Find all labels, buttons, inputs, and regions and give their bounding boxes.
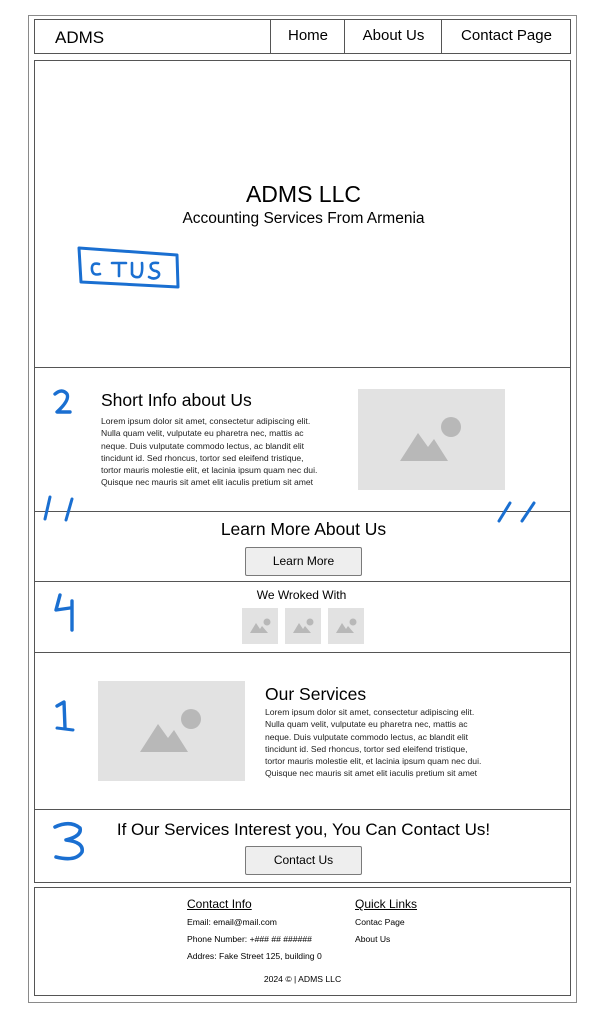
site-header: ADMS Home About Us Contact Page	[34, 19, 571, 54]
section-number-2-annotation	[53, 389, 72, 414]
footer-link-about-us[interactable]: About Us	[355, 934, 390, 944]
cta-hint-box-annotation	[77, 246, 180, 289]
services-text-line: Quisque nec mauris sit amet elit iaculis…	[265, 768, 478, 779]
about-text-line: neque. Duis vulputate commodo lectus, ac…	[101, 440, 305, 451]
footer-links-title: Quick Links	[355, 897, 418, 911]
learn-more-section: Learn More About Us Learn More	[34, 511, 571, 582]
image-icon	[140, 709, 201, 752]
about-text-line: Lorem ipsum dolor sit amet, consectetur …	[101, 416, 311, 426]
about-text: Lorem ipsum dolor sit amet, consectetur …	[101, 415, 351, 489]
section-number-3-annotation	[53, 821, 84, 861]
contact-cta-title: If Our Services Interest you, You Can Co…	[116, 820, 491, 839]
services-text-line: Nulla quam velit, vulputate eu pharetra …	[265, 719, 468, 730]
image-icon	[400, 417, 461, 461]
about-title: Short Info about Us	[101, 390, 252, 410]
partner-logo-placeholder	[285, 608, 321, 644]
services-text-line: neque. Duis vulputate commodo lectus, ac…	[265, 731, 469, 742]
services-text-line: tincidunt id. Sed rhoncus, tortor sed el…	[265, 743, 468, 754]
hero-subtitle: Accounting Services From Armenia	[182, 210, 425, 227]
learn-more-button[interactable]: Learn More	[245, 547, 362, 576]
divider-right-annotation	[497, 501, 536, 523]
about-text-line: Quisque nec mauris sit amet elit iaculis…	[101, 477, 314, 488]
about-text-line: tincidunt id. Sed rhoncus, tortor sed el…	[101, 452, 304, 463]
section-number-1-annotation	[55, 700, 75, 732]
contact-us-button[interactable]: Contact Us	[245, 846, 362, 875]
hero-title: ADMS LLC	[245, 181, 362, 207]
footer-email: Email: email@mail.com	[187, 917, 277, 927]
services-title: Our Services	[265, 684, 367, 704]
footer-address: Addres: Fake Street 125, building 0	[187, 951, 322, 961]
services-text: Lorem ipsum dolor sit amet, consectetur …	[265, 706, 515, 780]
learn-more-title: Learn More About Us	[220, 519, 387, 539]
about-text-line: Nulla quam velit, vulputate eu pharetra …	[101, 428, 304, 439]
services-section: Our Services Lorem ipsum dolor sit amet,…	[34, 652, 571, 810]
image-icon	[336, 618, 357, 633]
footer-link-contact-page[interactable]: Contac Page	[355, 917, 405, 927]
services-image-placeholder	[98, 681, 245, 781]
footer-phone: Phone Number: +### ## ######	[187, 934, 312, 944]
site-footer: Contact Info Email: email@mail.com Phone…	[34, 887, 571, 996]
footer-contact-title: Contact Info	[187, 897, 252, 911]
about-image-placeholder	[358, 389, 505, 490]
partner-logo-placeholder	[328, 608, 364, 644]
services-text-line: tortor mauris molestie elit, et lacinia …	[265, 756, 482, 767]
partner-logo-placeholder	[242, 608, 278, 644]
about-section: Short Info about Us Lorem ipsum dolor si…	[34, 367, 571, 512]
contact-cta-section: If Our Services Interest you, You Can Co…	[34, 809, 571, 883]
divider-left-annotation	[43, 495, 74, 522]
section-number-4-annotation	[54, 593, 74, 632]
nav-home[interactable]: Home	[270, 19, 345, 54]
services-text-line: Lorem ipsum dolor sit amet, consectetur …	[265, 707, 475, 717]
partners-title: We Wroked With	[256, 588, 347, 602]
hero-section: ADMS LLC Accounting Services From Armeni…	[34, 60, 571, 368]
image-icon	[293, 618, 314, 633]
nav-about-us[interactable]: About Us	[344, 19, 442, 54]
footer-copyright: 2024 © | ADMS LLC	[263, 974, 342, 984]
site-logo[interactable]: ADMS	[55, 28, 104, 48]
nav-contact-page[interactable]: Contact Page	[441, 19, 571, 54]
about-text-line: tortor mauris molestie elit, et lacinia …	[101, 465, 318, 476]
partners-section: We Wroked With	[34, 581, 571, 653]
image-icon	[250, 618, 271, 633]
